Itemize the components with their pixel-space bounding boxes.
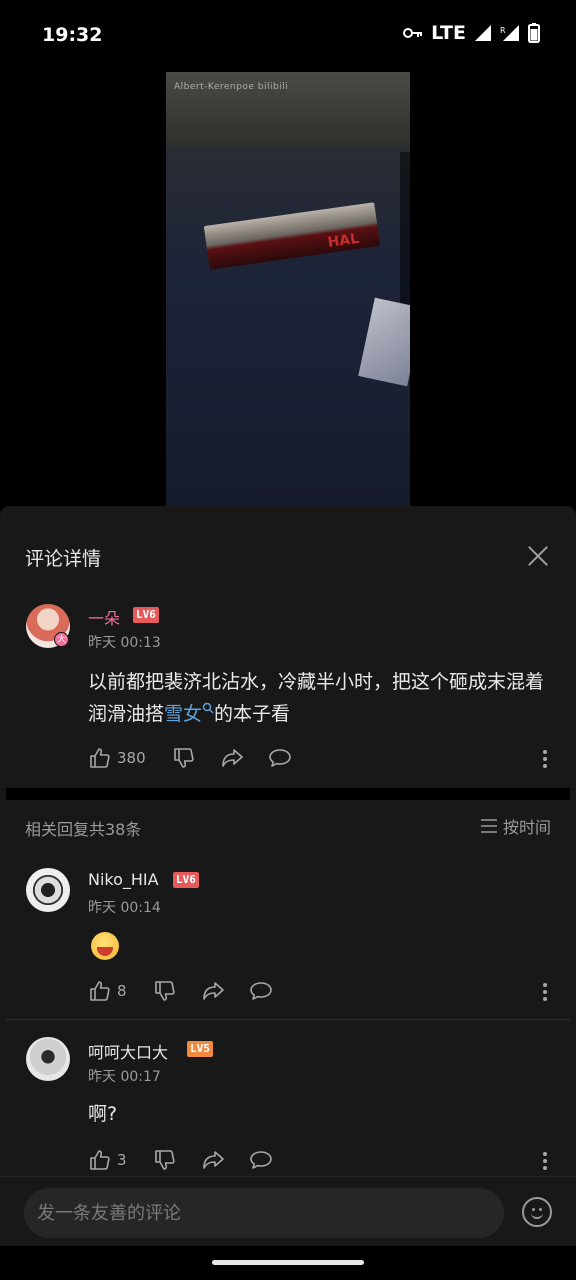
video-wrapper-paper bbox=[358, 297, 410, 387]
reply-text: 啊? bbox=[88, 1103, 118, 1125]
video-watermark: Albert-Kerenpoe bilibili bbox=[174, 82, 289, 92]
reply-count: 相关回复共38条 bbox=[25, 820, 142, 839]
like-count: 8 bbox=[117, 982, 127, 1000]
dislike-button[interactable] bbox=[153, 979, 177, 1003]
video-box-text: HAL bbox=[326, 230, 361, 252]
level-badge: LV6 bbox=[133, 607, 159, 623]
comment-detail-panel: 评论详情 大 一朵 LV6 昨天 00:13 以前都把裴济北沾水，冷藏半小时，把… bbox=[0, 506, 576, 1246]
panel-title: 评论详情 bbox=[25, 548, 102, 570]
share-icon bbox=[202, 1151, 224, 1169]
thumbs-down-icon bbox=[154, 1150, 175, 1170]
network-type: LTE bbox=[431, 22, 466, 44]
search-icon bbox=[202, 702, 214, 714]
reply-username[interactable]: Niko_HIA bbox=[88, 870, 159, 889]
thumbs-up-icon bbox=[90, 1150, 110, 1170]
status-bar: 19:32 LTE R bbox=[0, 0, 576, 72]
more-options-icon[interactable] bbox=[542, 750, 548, 772]
comment-bubble-icon bbox=[249, 982, 272, 1000]
comment-text-part1: 以前都把裴济北沾水，冷藏半小时，把这个砸成末混着润滑油搭 bbox=[88, 671, 545, 725]
share-icon bbox=[202, 982, 224, 1000]
like-count: 3 bbox=[117, 1151, 127, 1169]
level-badge: LV6 bbox=[173, 872, 199, 888]
sort-button[interactable]: 按时间 bbox=[480, 814, 551, 838]
home-indicator[interactable] bbox=[212, 1260, 364, 1265]
thumbs-down-icon bbox=[154, 981, 175, 1001]
key-icon bbox=[403, 28, 423, 38]
like-button[interactable]: 8 bbox=[88, 979, 127, 1003]
system-nav-bar bbox=[0, 1246, 576, 1280]
battery-icon bbox=[528, 23, 540, 43]
svg-text:R: R bbox=[500, 26, 506, 35]
emoji-icon[interactable] bbox=[522, 1197, 552, 1227]
comment-bubble-icon bbox=[249, 1151, 272, 1169]
reply-button[interactable] bbox=[249, 1148, 273, 1172]
reply-time: 昨天 00:14 bbox=[88, 900, 161, 916]
comment-bubble-icon bbox=[268, 749, 291, 767]
more-options-icon[interactable] bbox=[542, 1152, 548, 1174]
reply-actions: 8 bbox=[88, 977, 273, 1005]
close-icon[interactable] bbox=[526, 544, 550, 568]
like-button[interactable]: 3 bbox=[88, 1148, 127, 1172]
reply-time: 昨天 00:17 bbox=[88, 1069, 161, 1085]
status-icons: LTE R bbox=[403, 22, 540, 44]
reply-actions: 3 bbox=[88, 1146, 273, 1174]
section-divider bbox=[6, 788, 570, 800]
comment-input[interactable] bbox=[24, 1188, 504, 1238]
more-options-icon[interactable] bbox=[542, 983, 548, 1005]
share-button[interactable] bbox=[220, 746, 244, 770]
share-icon bbox=[221, 749, 243, 767]
reply-username[interactable]: 呵呵大口大 bbox=[88, 1039, 168, 1063]
signal-icon bbox=[475, 25, 491, 41]
video-player[interactable]: Albert-Kerenpoe bilibili HAL bbox=[166, 72, 410, 506]
thumbs-down-icon bbox=[173, 748, 194, 768]
comment-text: 以前都把裴济北沾水，冷藏半小时，把这个砸成末混着润滑油搭雪女 的本子看 bbox=[88, 666, 550, 730]
search-link-text: 雪女 bbox=[164, 703, 203, 725]
avatar[interactable] bbox=[26, 1037, 70, 1081]
thumbs-up-icon bbox=[90, 981, 110, 1001]
video-candy-box: HAL bbox=[203, 202, 381, 270]
comment-text-part2: 的本子看 bbox=[214, 703, 291, 725]
search-link[interactable]: 雪女 bbox=[164, 702, 214, 725]
comment-input-bar bbox=[0, 1176, 576, 1246]
status-time: 19:32 bbox=[42, 24, 103, 46]
sort-label: 按时间 bbox=[502, 818, 551, 837]
roaming-signal-icon: R bbox=[500, 25, 519, 41]
dislike-button[interactable] bbox=[153, 1148, 177, 1172]
comment-actions: 380 bbox=[88, 744, 292, 772]
avatar[interactable] bbox=[26, 868, 70, 912]
share-button[interactable] bbox=[201, 1148, 225, 1172]
reply-button[interactable] bbox=[268, 746, 292, 770]
like-button[interactable]: 380 bbox=[88, 746, 146, 770]
avatar-badge: 大 bbox=[54, 632, 69, 647]
share-button[interactable] bbox=[201, 979, 225, 1003]
comment-username[interactable]: 一朵 bbox=[88, 605, 120, 629]
reply-button[interactable] bbox=[249, 979, 273, 1003]
dislike-button[interactable] bbox=[172, 746, 196, 770]
sort-lines-icon bbox=[480, 819, 497, 833]
level-badge: LV5 bbox=[187, 1041, 213, 1057]
panel-header: 评论详情 bbox=[0, 506, 576, 588]
shocked-face-emoji bbox=[91, 932, 119, 960]
reply-divider bbox=[6, 1019, 570, 1020]
like-count: 380 bbox=[117, 749, 146, 767]
thumbs-up-icon bbox=[90, 748, 110, 768]
comment-time: 昨天 00:13 bbox=[88, 635, 161, 651]
